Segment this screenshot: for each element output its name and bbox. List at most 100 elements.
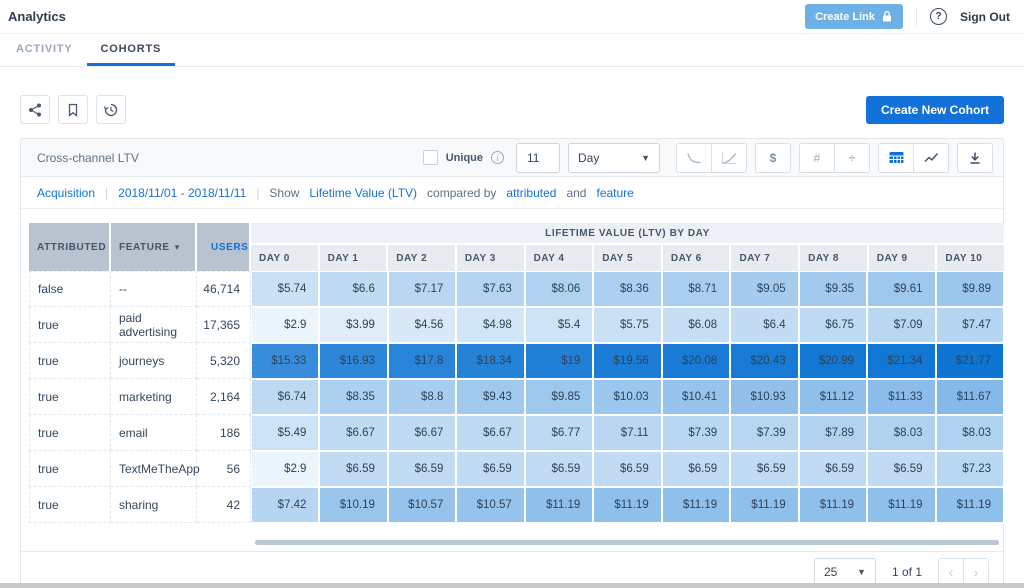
dollar-format-button[interactable]: $ — [755, 143, 791, 173]
ltv-heat-cell[interactable]: $11.19 — [936, 487, 1004, 523]
info-icon[interactable]: i — [491, 151, 504, 164]
ltv-heat-cell[interactable]: $10.57 — [456, 487, 524, 523]
ltv-heat-cell[interactable]: $7.39 — [730, 415, 798, 451]
ltv-heat-cell[interactable]: $8.03 — [867, 415, 935, 451]
ltv-heat-cell[interactable]: $7.23 — [936, 451, 1004, 487]
ltv-heat-cell[interactable]: $6.59 — [867, 451, 935, 487]
interval-input[interactable] — [516, 143, 560, 173]
unique-checkbox[interactable] — [423, 150, 438, 165]
ltv-heat-cell[interactable]: $21.34 — [867, 343, 935, 379]
decay-curve-button[interactable] — [676, 143, 712, 173]
ltv-heat-cell[interactable]: $15.33 — [251, 343, 319, 379]
chart-view-button[interactable] — [913, 143, 949, 173]
ltv-heat-cell[interactable]: $9.35 — [799, 271, 867, 307]
dimension-attributed-link[interactable]: attributed — [506, 186, 556, 200]
ltv-heat-cell[interactable]: $2.9 — [251, 451, 319, 487]
ltv-heat-cell[interactable]: $11.19 — [593, 487, 661, 523]
ltv-heat-cell[interactable]: $11.19 — [525, 487, 593, 523]
ltv-heat-cell[interactable]: $3.99 — [319, 307, 387, 343]
date-range-filter[interactable]: 2018/11/01 - 2018/11/11 — [118, 186, 246, 200]
ltv-heat-cell[interactable]: $7.17 — [388, 271, 456, 307]
ltv-heat-cell[interactable]: $8.03 — [936, 415, 1004, 451]
page-size-select[interactable]: 25 ▼ — [814, 558, 876, 586]
ltv-heat-cell[interactable]: $8.36 — [593, 271, 661, 307]
help-icon[interactable]: ? — [930, 8, 947, 25]
history-button[interactable] — [96, 95, 126, 124]
next-page-button[interactable]: › — [963, 558, 989, 585]
create-link-button[interactable]: Create Link — [805, 4, 903, 29]
column-header-users[interactable]: USERS ▾ — [197, 223, 251, 271]
column-header-feature[interactable]: FEATURE ▾ — [111, 223, 197, 271]
ltv-heat-cell[interactable]: $11.67 — [936, 379, 1004, 415]
prev-page-button[interactable]: ‹ — [938, 558, 964, 585]
ltv-heat-cell[interactable]: $6.67 — [319, 415, 387, 451]
ltv-heat-cell[interactable]: $4.56 — [388, 307, 456, 343]
ltv-heat-cell[interactable]: $19 — [525, 343, 593, 379]
ltv-heat-cell[interactable]: $6.4 — [730, 307, 798, 343]
ltv-heat-cell[interactable]: $11.19 — [867, 487, 935, 523]
ltv-heat-cell[interactable]: $20.99 — [799, 343, 867, 379]
ltv-heat-cell[interactable]: $6.67 — [456, 415, 524, 451]
share-button[interactable] — [20, 95, 50, 124]
ltv-heat-cell[interactable]: $6.59 — [319, 451, 387, 487]
ltv-heat-cell[interactable]: $7.63 — [456, 271, 524, 307]
ltv-heat-cell[interactable]: $19.56 — [593, 343, 661, 379]
ltv-heat-cell[interactable]: $10.57 — [388, 487, 456, 523]
ltv-heat-cell[interactable]: $5.75 — [593, 307, 661, 343]
horizontal-scrollbar[interactable] — [255, 540, 999, 545]
ltv-heat-cell[interactable]: $20.08 — [662, 343, 730, 379]
tab-activity[interactable]: ACTIVITY — [2, 34, 87, 66]
ltv-heat-cell[interactable]: $6.59 — [593, 451, 661, 487]
ltv-heat-cell[interactable]: $6.75 — [799, 307, 867, 343]
ltv-heat-cell[interactable]: $5.74 — [251, 271, 319, 307]
ltv-heat-cell[interactable]: $6.08 — [662, 307, 730, 343]
ltv-heat-cell[interactable]: $10.03 — [593, 379, 661, 415]
ltv-heat-cell[interactable]: $7.39 — [662, 415, 730, 451]
tab-cohorts[interactable]: COHORTS — [87, 34, 176, 66]
ltv-heat-cell[interactable]: $11.33 — [867, 379, 935, 415]
ltv-heat-cell[interactable]: $9.05 — [730, 271, 798, 307]
bookmark-button[interactable] — [58, 95, 88, 124]
ltv-heat-cell[interactable]: $21.77 — [936, 343, 1004, 379]
ltv-heat-cell[interactable]: $5.4 — [525, 307, 593, 343]
ltv-heat-cell[interactable]: $8.8 — [388, 379, 456, 415]
ltv-heat-cell[interactable]: $11.12 — [799, 379, 867, 415]
ltv-heat-cell[interactable]: $6.77 — [525, 415, 593, 451]
retention-curve-button[interactable] — [711, 143, 747, 173]
ltv-heat-cell[interactable]: $10.93 — [730, 379, 798, 415]
ltv-heat-cell[interactable]: $6.74 — [251, 379, 319, 415]
ltv-heat-cell[interactable]: $17.8 — [388, 343, 456, 379]
download-button[interactable] — [957, 143, 993, 173]
ltv-heat-cell[interactable]: $6.59 — [456, 451, 524, 487]
ltv-heat-cell[interactable]: $9.89 — [936, 271, 1004, 307]
ltv-heat-cell[interactable]: $11.19 — [799, 487, 867, 523]
ltv-heat-cell[interactable]: $7.11 — [593, 415, 661, 451]
ltv-heat-cell[interactable]: $8.71 — [662, 271, 730, 307]
ltv-heat-cell[interactable]: $7.47 — [936, 307, 1004, 343]
ltv-heat-cell[interactable]: $2.9 — [251, 307, 319, 343]
ltv-heat-cell[interactable]: $6.59 — [662, 451, 730, 487]
average-format-button[interactable]: ÷ — [834, 143, 870, 173]
ltv-heat-cell[interactable]: $16.93 — [319, 343, 387, 379]
ltv-heat-cell[interactable]: $6.59 — [525, 451, 593, 487]
ltv-heat-cell[interactable]: $9.61 — [867, 271, 935, 307]
segment-filter[interactable]: Acquisition — [37, 186, 95, 200]
ltv-heat-cell[interactable]: $9.43 — [456, 379, 524, 415]
ltv-heat-cell[interactable]: $7.89 — [799, 415, 867, 451]
ltv-heat-cell[interactable]: $18.34 — [456, 343, 524, 379]
ltv-heat-cell[interactable]: $7.42 — [251, 487, 319, 523]
ltv-heat-cell[interactable]: $11.19 — [662, 487, 730, 523]
ltv-heat-cell[interactable]: $6.59 — [730, 451, 798, 487]
table-view-button[interactable] — [878, 143, 914, 173]
ltv-heat-cell[interactable]: $6.59 — [388, 451, 456, 487]
ltv-heat-cell[interactable]: $10.19 — [319, 487, 387, 523]
ltv-heat-cell[interactable]: $6.6 — [319, 271, 387, 307]
ltv-heat-cell[interactable]: $4.98 — [456, 307, 524, 343]
ltv-heat-cell[interactable]: $6.59 — [799, 451, 867, 487]
count-format-button[interactable]: # — [799, 143, 835, 173]
ltv-heat-cell[interactable]: $11.19 — [730, 487, 798, 523]
ltv-heat-cell[interactable]: $10.41 — [662, 379, 730, 415]
ltv-heat-cell[interactable]: $5.49 — [251, 415, 319, 451]
dimension-feature-link[interactable]: feature — [596, 186, 633, 200]
ltv-heat-cell[interactable]: $7.09 — [867, 307, 935, 343]
